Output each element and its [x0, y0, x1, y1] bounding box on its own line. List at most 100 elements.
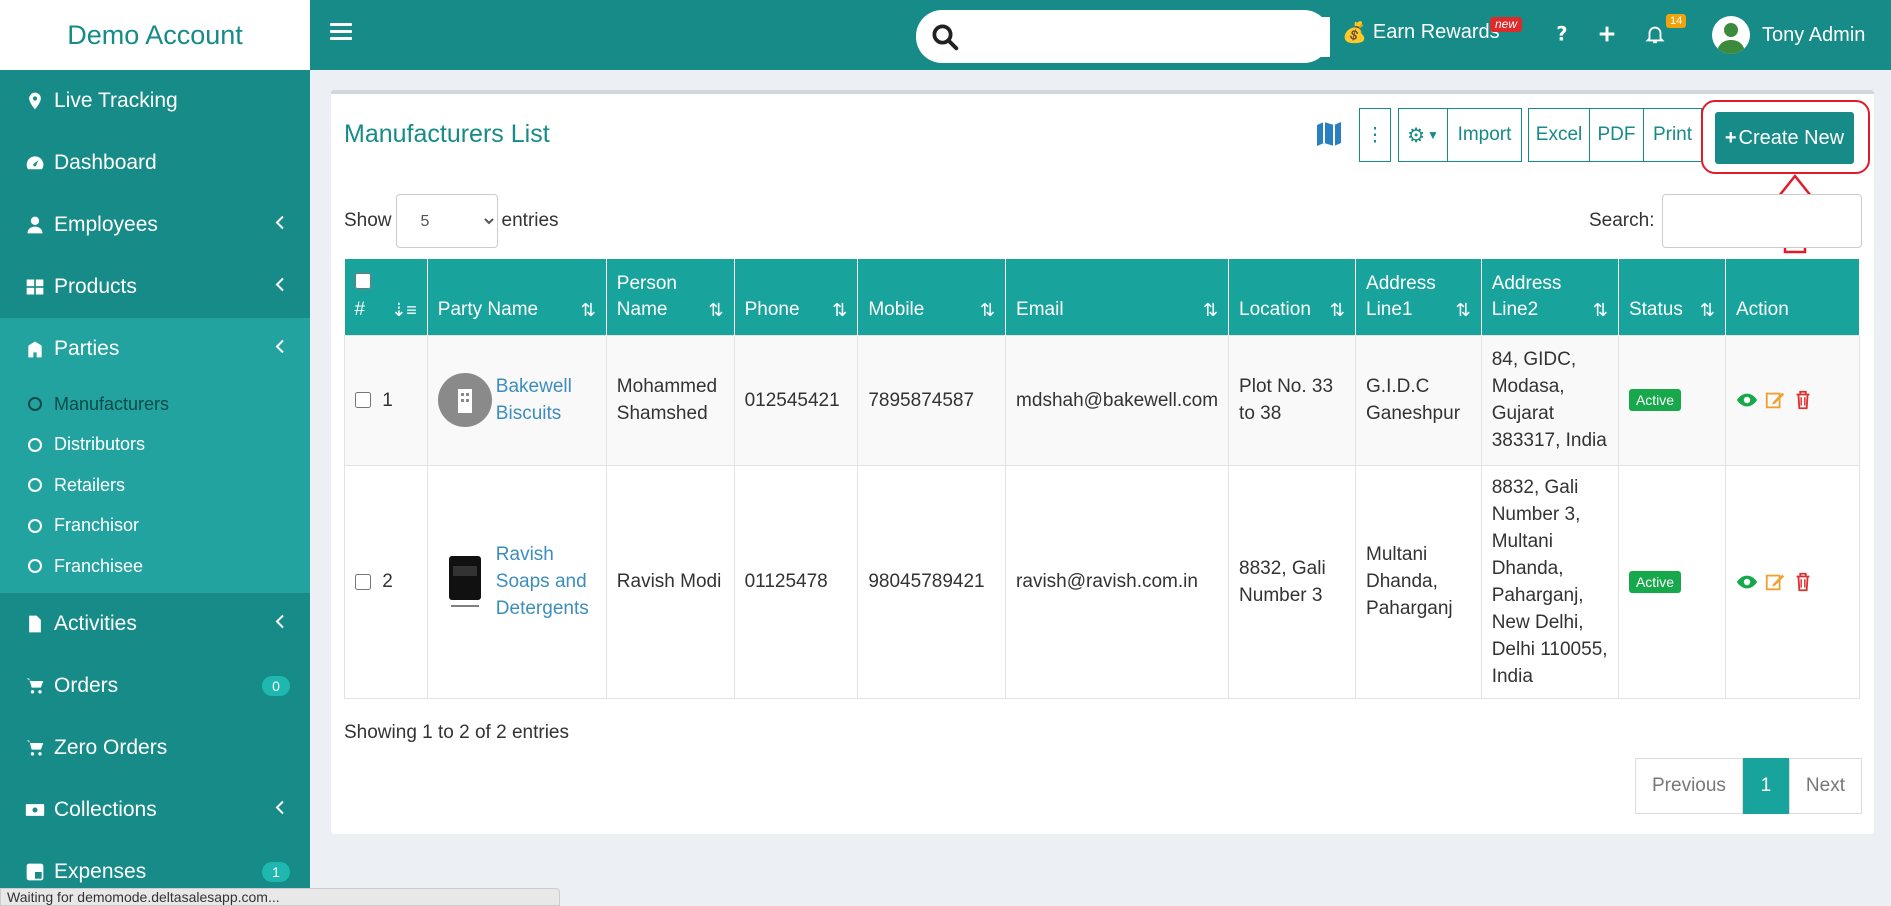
column-header-status[interactable]: Status ⇅: [1618, 259, 1726, 335]
view-eye-icon[interactable]: [1736, 571, 1758, 593]
chevron-left-icon: [274, 338, 286, 361]
global-search[interactable]: [916, 10, 1330, 63]
toolbar-group-export: Excel PDF Print: [1528, 108, 1702, 162]
status-cell: Active: [1617, 334, 1726, 466]
hamburger-menu-icon[interactable]: [330, 23, 352, 45]
column-header-phone[interactable]: Phone ⇅: [734, 259, 859, 335]
party-name-cell: Bakewell Biscuits: [426, 334, 607, 466]
browser-status-bar: Waiting for demomode.deltasalesapp.com..…: [0, 888, 560, 906]
sort-icon[interactable]: ⇅: [832, 297, 847, 323]
column-header-person-name[interactable]: Person Name ⇅: [606, 259, 735, 335]
money-icon: [24, 799, 46, 821]
parties-submenu: Manufacturers Distributors Retailers Fra…: [0, 380, 310, 593]
help-icon[interactable]: ?: [1550, 22, 1574, 46]
status-badge: Active: [1628, 389, 1682, 411]
page-1-button[interactable]: 1: [1742, 758, 1789, 814]
column-header-label: Phone: [744, 298, 800, 320]
edit-icon[interactable]: [1764, 389, 1786, 411]
settings-dropdown-button[interactable]: ⚙ ▼: [1398, 108, 1448, 162]
notification-count-badge: 14: [1666, 14, 1687, 28]
select-all-checkbox[interactable]: [354, 272, 371, 289]
column-header-label: Email: [1016, 298, 1064, 320]
column-header-action: Action: [1725, 259, 1861, 335]
view-eye-icon[interactable]: [1736, 389, 1758, 411]
row-checkbox[interactable]: [355, 392, 371, 409]
print-button[interactable]: Print: [1644, 108, 1702, 162]
money-bag-icon: 💰: [1342, 22, 1367, 44]
earn-rewards-link[interactable]: 💰 Earn Rewards: [1342, 20, 1500, 45]
chevron-down-icon: ▼: [1427, 128, 1439, 142]
column-header-label: Address Line2: [1491, 272, 1562, 320]
user-menu[interactable]: Tony Admin: [1712, 16, 1865, 54]
column-header-address-line1[interactable]: Address Line1 ⇅: [1355, 259, 1482, 335]
email-cell: ravish@ravish.com.in: [1005, 464, 1230, 699]
more-options-button[interactable]: ⋮: [1359, 108, 1391, 162]
square-icon: [24, 861, 46, 883]
party-name-link[interactable]: Ravish Soaps and Detergents: [496, 541, 596, 622]
party-name-link[interactable]: Bakewell Biscuits: [496, 373, 582, 427]
sidebar-item-label: Zero Orders: [54, 735, 168, 759]
submenu-item-franchisor[interactable]: Franchisor: [0, 506, 310, 547]
column-header-location[interactable]: Location ⇅: [1228, 259, 1357, 335]
map-icon[interactable]: [1315, 120, 1343, 153]
sidebar-item-products[interactable]: Products: [0, 256, 310, 318]
submenu-item-retailers[interactable]: Retailers: [0, 465, 310, 506]
pdf-button[interactable]: PDF: [1590, 108, 1644, 162]
sort-icon[interactable]: ⇅: [1593, 297, 1608, 323]
column-header-address-line2[interactable]: Address Line2 ⇅: [1481, 259, 1619, 335]
avatar: [1712, 16, 1750, 54]
brand-title[interactable]: Demo Account: [0, 0, 310, 70]
chevron-left-icon: [274, 276, 286, 299]
column-header-label: Location: [1239, 298, 1311, 320]
sidebar-item-label: Live Tracking: [54, 89, 178, 112]
chevron-left-icon: [274, 612, 286, 635]
column-header-party-name[interactable]: Party Name ⇅: [427, 259, 607, 335]
delete-trash-icon[interactable]: [1792, 571, 1814, 593]
mobile-cell: 98045789421: [857, 464, 1007, 699]
sort-desc-icon[interactable]: ⇣≡: [391, 297, 417, 323]
previous-page-button[interactable]: Previous: [1635, 758, 1743, 814]
sort-icon[interactable]: ⇅: [1330, 297, 1345, 323]
plus-icon[interactable]: [1595, 22, 1619, 46]
new-tag-badge: new: [1490, 17, 1523, 32]
sidebar-item-zero-orders[interactable]: Zero Orders: [0, 717, 310, 779]
sort-icon[interactable]: ⇅: [1456, 297, 1471, 323]
excel-button[interactable]: Excel: [1528, 108, 1590, 162]
sort-icon[interactable]: ⇅: [1203, 297, 1218, 323]
column-header-label: Mobile: [868, 298, 925, 320]
sidebar-item-dashboard[interactable]: Dashboard: [0, 132, 310, 194]
sidebar-item-label: Activities: [54, 611, 137, 635]
sidebar-item-activities[interactable]: Activities: [0, 593, 310, 655]
row-checkbox[interactable]: [355, 573, 371, 590]
submenu-item-label: Distributors: [54, 434, 146, 455]
sort-icon[interactable]: ⇅: [709, 297, 724, 323]
column-header-select[interactable]: # ⇣≡: [344, 259, 428, 335]
sidebar-item-collections[interactable]: Collections: [0, 779, 310, 841]
sort-icon[interactable]: ⇅: [581, 297, 596, 323]
delete-trash-icon[interactable]: [1792, 389, 1814, 411]
row-number-cell: 2: [344, 464, 428, 699]
column-header-mobile[interactable]: Mobile ⇅: [857, 259, 1007, 335]
sidebar-item-employees[interactable]: Employees: [0, 194, 310, 256]
submenu-item-label: Franchisor: [54, 515, 140, 536]
table-search-input[interactable]: [1662, 194, 1863, 248]
edit-icon[interactable]: [1764, 571, 1786, 593]
import-button[interactable]: Import: [1448, 108, 1522, 162]
table-info: Showing 1 to 2 of 2 entries: [344, 722, 569, 743]
sidebar-item-orders[interactable]: Orders 0: [0, 655, 310, 717]
bell-icon[interactable]: [1643, 22, 1667, 46]
sidebar-item-parties[interactable]: Parties: [0, 318, 310, 380]
submenu-item-distributors[interactable]: Distributors: [0, 425, 310, 466]
sidebar-item-live-tracking[interactable]: Live Tracking: [0, 70, 310, 132]
sort-icon[interactable]: ⇅: [980, 297, 995, 323]
sidebar-item-label: Products: [54, 275, 137, 298]
next-page-button[interactable]: Next: [1788, 758, 1862, 814]
submenu-item-franchisee[interactable]: Franchisee: [0, 546, 310, 587]
gauge-icon: [24, 152, 46, 174]
status-badge: Active: [1628, 570, 1682, 593]
global-search-input[interactable]: [970, 16, 1330, 57]
column-header-email[interactable]: Email ⇅: [1005, 259, 1230, 335]
submenu-item-manufacturers[interactable]: Manufacturers: [0, 384, 310, 425]
page-size-select[interactable]: 5: [395, 194, 498, 248]
sort-icon[interactable]: ⇅: [1700, 297, 1715, 323]
